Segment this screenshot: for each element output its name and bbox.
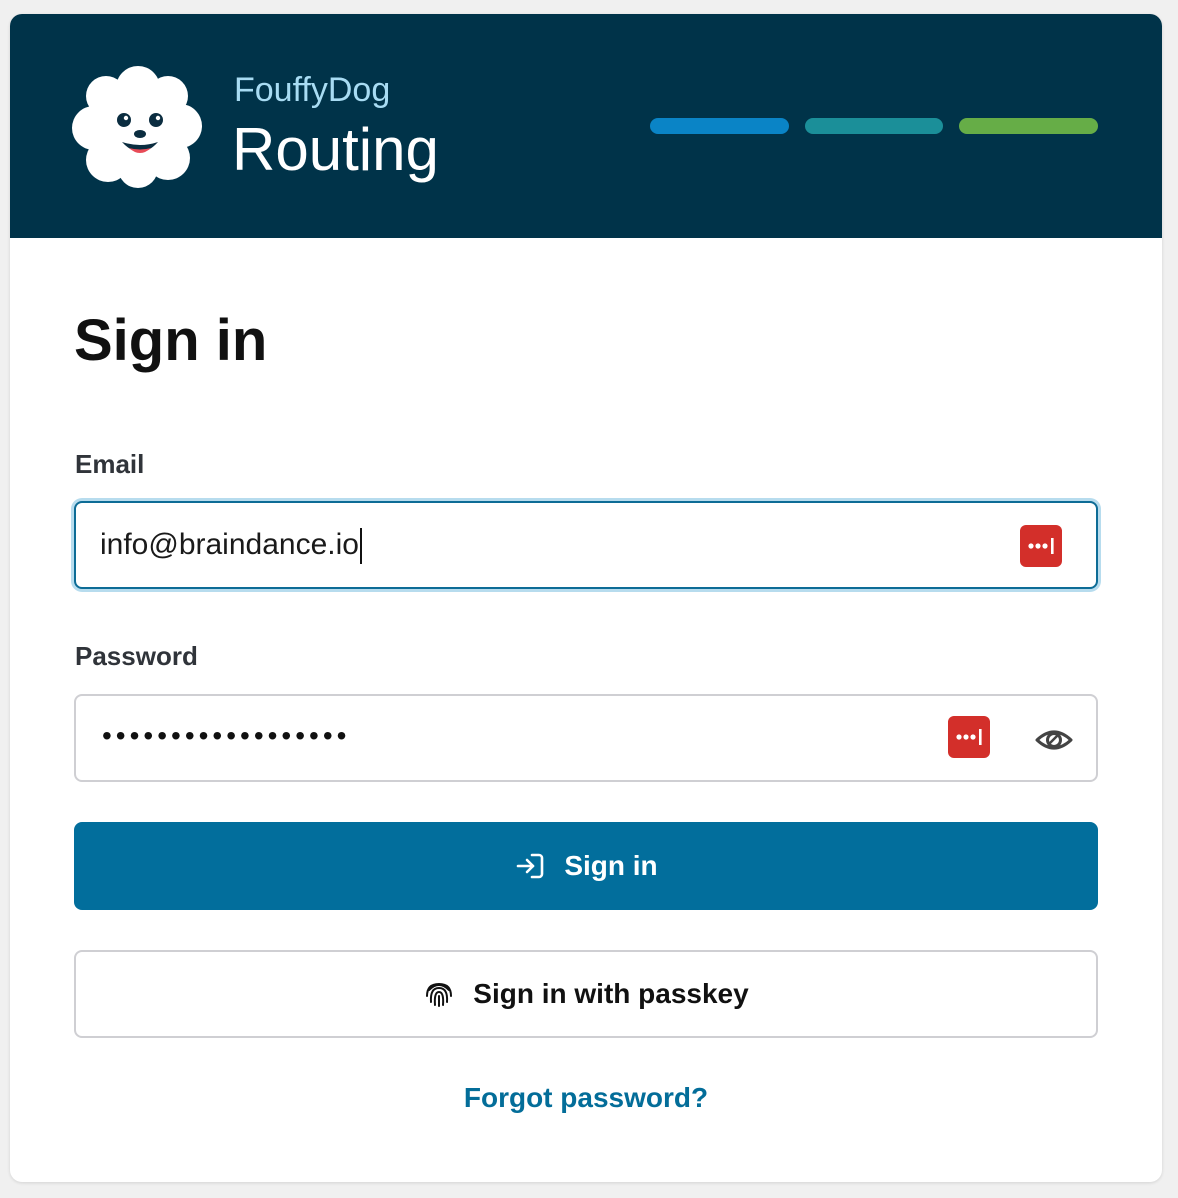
progress-bar-2 xyxy=(805,118,943,134)
password-manager-icon[interactable] xyxy=(1020,525,1062,567)
header: FouffyDog Routing xyxy=(10,14,1162,238)
password-manager-icon[interactable] xyxy=(948,716,990,758)
brand-title: Routing xyxy=(232,116,439,183)
email-field[interactable]: info@braindance.io xyxy=(74,501,1098,589)
sign-in-card: FouffyDog Routing Sign in Email info@bra… xyxy=(10,14,1162,1182)
passkey-button-label: Sign in with passkey xyxy=(473,978,749,1009)
dog-logo-icon xyxy=(72,66,202,188)
brand-subtitle: FouffyDog xyxy=(234,71,391,109)
email-label: Email xyxy=(75,449,145,479)
password-label: Password xyxy=(75,641,198,671)
password-field[interactable]: •••••••••••••••••• xyxy=(74,694,1098,782)
sign-in-button-label: Sign in xyxy=(564,850,658,881)
sign-in-arrow-icon xyxy=(517,853,544,879)
fingerprint-icon xyxy=(426,982,453,1007)
passkey-button[interactable]: Sign in with passkey xyxy=(74,950,1098,1038)
email-value: info@braindance.io xyxy=(100,528,359,561)
progress-bar-1 xyxy=(650,118,789,134)
page-title: Sign in xyxy=(74,308,268,373)
password-input[interactable]: •••••••••••••••••• xyxy=(102,714,350,758)
progress-bar-3 xyxy=(959,118,1098,134)
eye-icon[interactable] xyxy=(1034,720,1074,760)
forgot-password-link[interactable]: Forgot password? xyxy=(10,1080,1162,1116)
email-input[interactable]: info@braindance.io xyxy=(100,525,362,565)
sign-in-button[interactable]: Sign in xyxy=(74,822,1098,910)
text-caret xyxy=(359,528,362,565)
